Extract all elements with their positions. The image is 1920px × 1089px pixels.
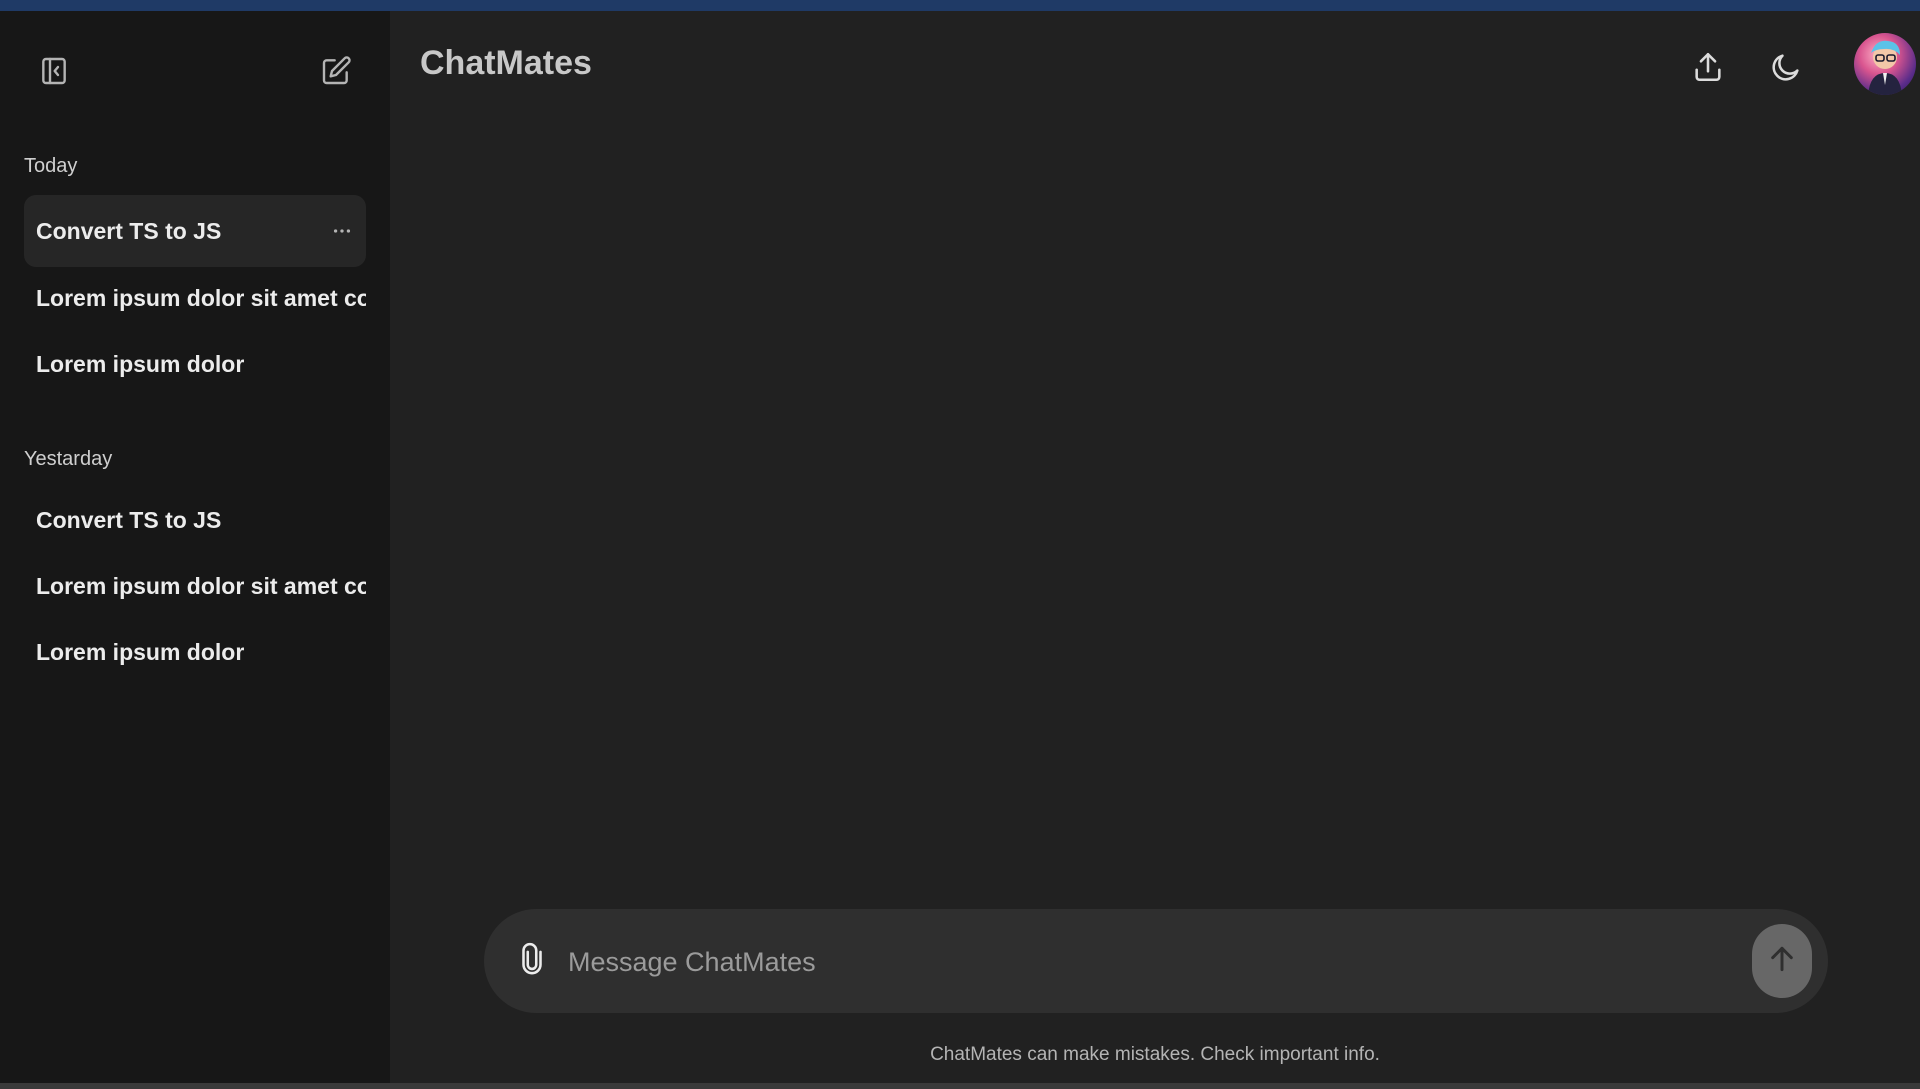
page-title: ChatMates <box>420 44 592 82</box>
group-label-yesterday: Yestarday <box>24 448 113 470</box>
group-label-today: Today <box>24 155 78 177</box>
chat-item-today-3[interactable]: Lorem ipsum dolor <box>24 328 366 400</box>
share-button[interactable] <box>1686 47 1730 91</box>
upload-icon <box>1691 50 1725 89</box>
sidebar-header <box>0 11 390 116</box>
disclaimer-text: ChatMates can make mistakes. Check impor… <box>930 1044 1380 1065</box>
message-composer <box>484 909 1828 1013</box>
chat-item-yesterday-1[interactable]: Convert TS to JS <box>24 484 366 556</box>
chat-item-label: Lorem ipsum dolor sit amet consec <box>36 284 366 311</box>
sidebar-toggle-button[interactable] <box>32 51 76 95</box>
send-button[interactable] <box>1752 924 1812 998</box>
app-window: Today Convert TS to JS Lorem ipsum dolor… <box>0 11 1920 1083</box>
chat-item-yesterday-2[interactable]: Lorem ipsum dolor sit amet consec <box>24 550 366 622</box>
new-chat-button[interactable] <box>314 51 358 95</box>
avatar-illustration <box>1868 40 1902 95</box>
sidebar-toggle-icon <box>38 55 70 92</box>
window-top-accent <box>0 0 1920 11</box>
sidebar: Today Convert TS to JS Lorem ipsum dolor… <box>0 11 390 1083</box>
chat-item-label: Lorem ipsum dolor <box>36 638 245 665</box>
message-input[interactable] <box>566 931 1720 993</box>
chat-item-label: Lorem ipsum dolor sit amet consec <box>36 572 366 599</box>
avatar[interactable] <box>1854 33 1916 95</box>
more-horizontal-icon[interactable] <box>330 219 354 243</box>
main-panel: ChatMates Message ChatMates ChatMates ca… <box>390 11 1920 1083</box>
edit-icon <box>320 55 352 92</box>
paperclip-icon <box>515 942 549 981</box>
window-bottom-border <box>0 1083 1920 1089</box>
chat-item-today-1[interactable]: Convert TS to JS <box>24 195 366 267</box>
theme-toggle-button[interactable] <box>1764 47 1808 91</box>
chat-item-label: Lorem ipsum dolor <box>36 350 245 377</box>
attach-button[interactable] <box>508 937 556 985</box>
chat-item-label: Convert TS to JS <box>36 217 222 244</box>
arrow-up-icon <box>1766 943 1798 980</box>
chat-item-label: Convert TS to JS <box>36 506 222 533</box>
chat-item-yesterday-3[interactable]: Lorem ipsum dolor <box>24 616 366 688</box>
chat-item-today-2[interactable]: Lorem ipsum dolor sit amet consec <box>24 262 366 334</box>
moon-icon <box>1769 50 1803 89</box>
